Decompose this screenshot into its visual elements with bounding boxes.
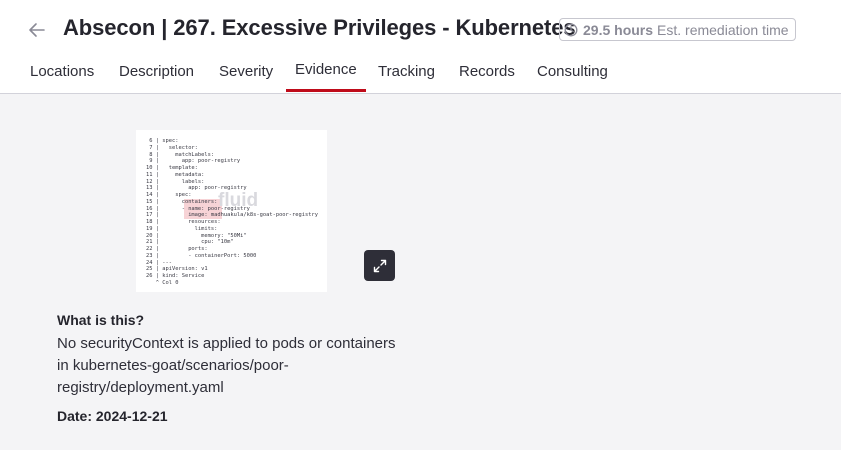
evidence-image[interactable]: fluid 6 | spec: 7 | selector: 8 | matchL… [136,130,327,292]
evidence-description-text: No securityContext is applied to pods or… [57,335,396,396]
code-line: 6 | spec: [146,138,179,144]
code-line: 22 | ports: [146,246,208,252]
code-line: 25 | apiVersion: v1 [146,266,208,273]
tab-evidence[interactable]: Evidence [286,60,366,92]
code-line: 18 | resources: [146,219,221,225]
code-line: 20 | memory: "50Mi" [146,232,247,239]
code-line: 23 | - containerPort: 5000 [146,252,257,259]
code-line: 9 | app: poor-registry [146,158,241,165]
code-line: 7 | selector: [146,144,198,151]
code-line: 15 | containers: [146,198,218,205]
code-line: 8 | matchLabels: [146,151,215,158]
code-line: 17 | image: madhuakula/k8s-goat-poor-reg… [146,212,319,219]
evidence-date: Date: 2024-12-21 [57,408,168,424]
code-line: 11 | metadata: [146,171,205,178]
expand-image-button[interactable] [364,250,395,281]
tab-tracking[interactable]: Tracking [378,62,435,94]
code-line: 21 | cpu: "10m" [146,239,234,246]
tab-records[interactable]: Records [459,62,515,94]
code-line: 19 | limits: [146,225,218,232]
tab-description[interactable]: Description [119,62,194,94]
code-line: 12 | labels: [146,178,205,185]
code-line: 24 | --- [146,259,172,266]
code-line: 13 | app: poor-registry [146,185,247,192]
code-line: 10 | template: [146,165,198,171]
code-line: ^ Col 0 [146,279,179,286]
page-header: Absecon | 267. Excessive Privileges - Ku… [0,0,841,94]
remediation-hours: 29.5 hours [583,21,654,38]
code-line: 14 | spec: [146,192,192,198]
code-line: 26 | kind: Service [146,273,205,279]
tab-locations[interactable]: Locations [30,62,94,94]
code-line: 16 | - name: poor-registry [146,205,250,212]
tab-consulting[interactable]: Consulting [537,62,608,94]
evidence-description: What is this? No securityContext is appl… [57,311,397,425]
clock-icon [564,23,578,37]
tab-severity[interactable]: Severity [219,62,273,94]
page-title: Absecon | 267. Excessive Privileges - Ku… [63,15,576,40]
remediation-label: Est. remediation time [657,21,789,38]
what-is-this-heading: What is this? [57,312,145,328]
evidence-code-snippet: 6 | spec: 7 | selector: 8 | matchLabels:… [146,138,318,287]
expand-icon [373,259,386,272]
back-arrow-icon[interactable] [26,19,48,41]
remediation-time-badge: 29.5 hours Est. remediation time [559,18,796,41]
